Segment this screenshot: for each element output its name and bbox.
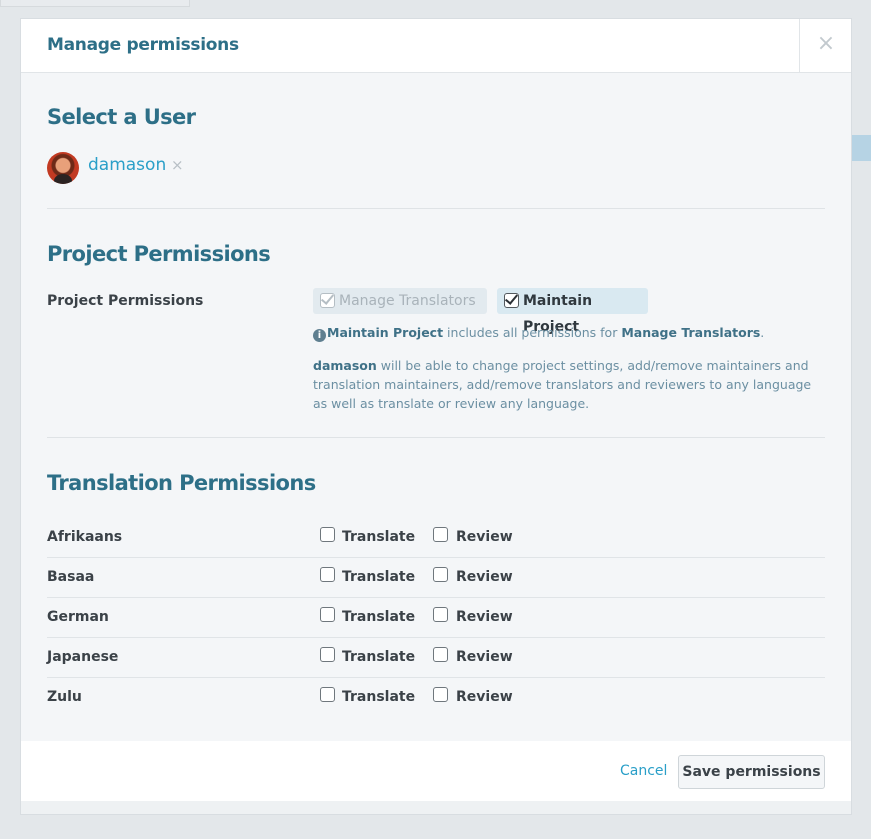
translate-checkbox[interactable] (320, 527, 335, 542)
language-row-zulu: Zulu Translate Review (47, 677, 825, 717)
translate-checkbox[interactable] (320, 647, 335, 662)
translate-label[interactable]: Translate (342, 529, 415, 545)
info-end: . (760, 325, 765, 340)
language-row-japanese: Japanese Translate Review (47, 637, 825, 678)
permissions-description: damason will be able to change project s… (313, 356, 813, 413)
avatar (47, 152, 79, 184)
translate-label[interactable]: Translate (342, 689, 415, 705)
translation-permissions-heading: Translation Permissions (47, 471, 316, 495)
info-maintain-project: Maintain Project (327, 325, 444, 340)
close-button[interactable]: × (799, 19, 852, 72)
select-user-heading: Select a User (47, 105, 196, 129)
review-checkbox[interactable] (433, 567, 448, 582)
modal-footer: Cancel Save permissions (21, 741, 851, 802)
language-name: Basaa (47, 569, 95, 585)
translate-label[interactable]: Translate (342, 649, 415, 665)
translate-checkbox[interactable] (320, 607, 335, 622)
description-user: damason (313, 358, 377, 373)
cancel-button[interactable]: Cancel (620, 763, 667, 779)
modal-title: Manage permissions (47, 35, 239, 55)
divider (47, 208, 825, 209)
translate-checkbox[interactable] (320, 687, 335, 702)
language-name: German (47, 609, 109, 625)
manage-translators-checkbox: Manage Translators (313, 288, 487, 314)
close-icon[interactable]: × (800, 33, 852, 55)
review-label[interactable]: Review (456, 689, 513, 705)
review-checkbox[interactable] (433, 647, 448, 662)
info-text: includes all permissions for (443, 325, 622, 340)
project-permissions-heading: Project Permissions (47, 242, 271, 266)
maintain-project-checkbox[interactable]: Maintain Project (497, 288, 648, 335)
project-permissions-label: Project Permissions (47, 293, 204, 309)
language-row-basaa: Basaa Translate Review (47, 557, 825, 598)
description-text: will be able to change project settings,… (313, 358, 812, 411)
info-manage-translators: Manage Translators (621, 325, 761, 340)
permissions-info-note: i Maintain Project includes all permissio… (313, 325, 764, 342)
info-icon: i (313, 329, 326, 342)
review-label[interactable]: Review (456, 569, 513, 585)
language-name: Afrikaans (47, 529, 123, 545)
divider (47, 437, 825, 438)
review-label[interactable]: Review (456, 529, 513, 545)
review-label[interactable]: Review (456, 609, 513, 625)
selected-username[interactable]: damason (88, 155, 166, 175)
manage-permissions-modal: Manage permissions × Select a User damas… (20, 18, 852, 802)
language-row-german: German Translate Review (47, 597, 825, 638)
review-checkbox[interactable] (433, 607, 448, 622)
translate-label[interactable]: Translate (342, 609, 415, 625)
manage-translators-label: Manage Translators (339, 293, 476, 309)
language-name: Zulu (47, 689, 82, 705)
background-tab (0, 0, 190, 7)
translate-checkbox[interactable] (320, 567, 335, 582)
remove-user-icon[interactable]: × (171, 156, 184, 174)
checkbox-checked-icon (320, 293, 335, 308)
checkbox-checked-icon (504, 293, 519, 308)
language-row-afrikaans: Afrikaans Translate Review (47, 517, 825, 558)
modal-header: Manage permissions × (21, 19, 851, 73)
review-label[interactable]: Review (456, 649, 513, 665)
background-button (852, 135, 871, 161)
review-checkbox[interactable] (433, 687, 448, 702)
review-checkbox[interactable] (433, 527, 448, 542)
language-name: Japanese (47, 649, 119, 665)
modal-bottom-edge (20, 801, 852, 815)
translate-label[interactable]: Translate (342, 569, 415, 585)
save-permissions-button[interactable]: Save permissions (678, 755, 825, 789)
